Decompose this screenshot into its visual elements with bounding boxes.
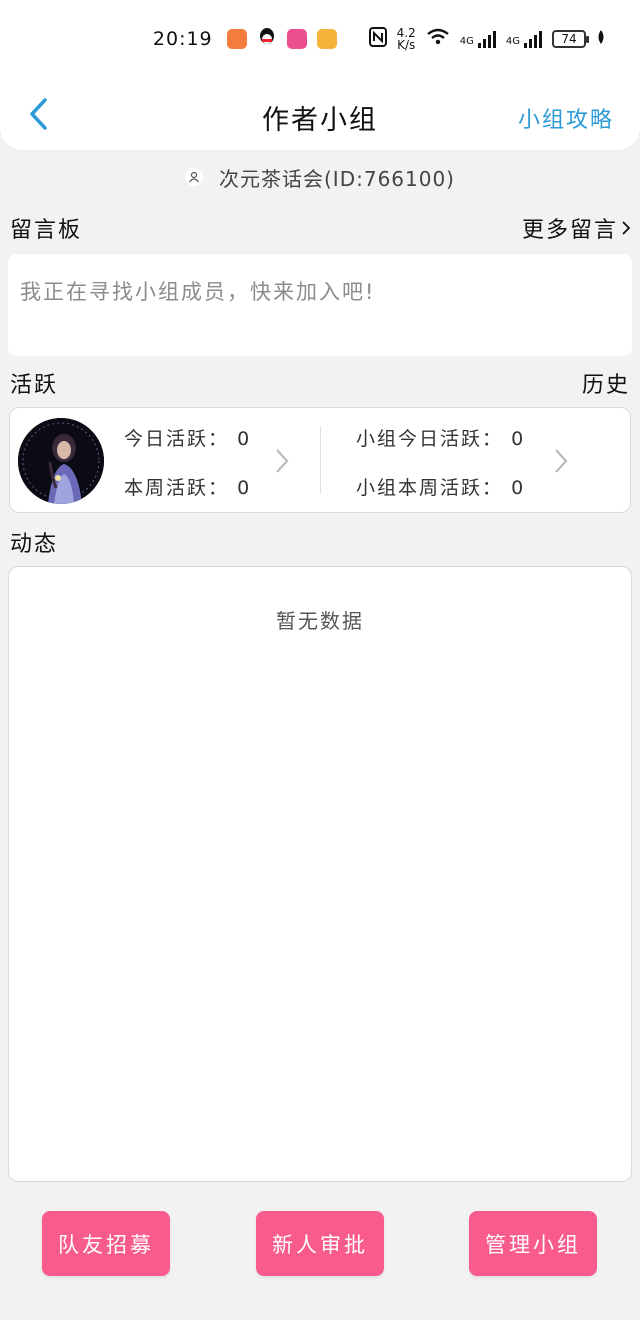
feed-title: 动态 bbox=[10, 532, 59, 557]
week-activity-label: 本周活跃： bbox=[124, 477, 230, 499]
app-notification-icon bbox=[226, 29, 247, 49]
message-board-title: 留言板 bbox=[10, 218, 83, 243]
group-activity-chevron-icon[interactable] bbox=[551, 447, 571, 475]
group-week-activity: 小组本周活跃： 0 bbox=[356, 473, 525, 500]
net-speed-unit: K/s bbox=[397, 38, 416, 52]
group-week-activity-label: 小组本周活跃： bbox=[356, 477, 504, 499]
message-board-header: 留言板 更多留言 bbox=[10, 212, 630, 244]
approve-newcomers-button[interactable]: 新人审批 bbox=[256, 1211, 384, 1276]
activity-header: 活跃 历史 bbox=[10, 367, 630, 399]
personal-activity-chevron-icon[interactable] bbox=[272, 447, 292, 475]
group-name-id: 次元茶话会(ID:766100) bbox=[219, 166, 455, 191]
signal-icon-1: 4G bbox=[460, 30, 496, 48]
avatar-image bbox=[18, 418, 104, 504]
group-info: 次元茶话会(ID:766100) bbox=[0, 162, 640, 192]
week-activity: 本周活跃： 0 bbox=[124, 473, 251, 500]
message-board-text: 我正在寻找小组成员，快来加入吧! bbox=[20, 280, 376, 304]
battery-icon: 74 bbox=[552, 30, 589, 48]
leaf-icon bbox=[596, 29, 606, 49]
history-link[interactable]: 历史 bbox=[582, 367, 630, 399]
chevron-right-icon bbox=[622, 221, 630, 235]
status-time: 20:19 bbox=[152, 28, 213, 50]
week-activity-value: 0 bbox=[237, 477, 252, 499]
group-today-activity-value: 0 bbox=[511, 428, 526, 450]
header-card: 20:19 4.2 K/s 4G 4G 74 作者小组 小组攻略 bbox=[0, 0, 640, 150]
today-activity-value: 0 bbox=[237, 428, 252, 450]
qq-icon bbox=[257, 26, 277, 52]
group-week-activity-value: 0 bbox=[511, 477, 526, 499]
net-speed: 4.2 K/s bbox=[397, 27, 416, 51]
activity-title: 活跃 bbox=[10, 373, 59, 398]
manage-group-button[interactable]: 管理小组 bbox=[469, 1211, 597, 1276]
divider bbox=[320, 426, 321, 494]
recruit-teammates-button[interactable]: 队友招募 bbox=[42, 1211, 170, 1276]
group-icon bbox=[185, 168, 203, 186]
app-header: 作者小组 小组攻略 bbox=[0, 88, 640, 144]
status-bar: 20:19 4.2 K/s 4G 4G 74 bbox=[0, 22, 640, 56]
today-activity-label: 今日活跃： bbox=[124, 428, 230, 450]
group-guide-link[interactable]: 小组攻略 bbox=[518, 102, 614, 134]
avatar[interactable] bbox=[18, 418, 104, 504]
music-app-icon bbox=[286, 29, 307, 49]
wifi-icon bbox=[426, 28, 450, 50]
message-app-icon bbox=[316, 29, 337, 49]
today-activity: 今日活跃： 0 bbox=[124, 424, 251, 451]
network-type-1: 4G bbox=[459, 36, 474, 47]
nfc-icon bbox=[368, 27, 387, 51]
group-today-activity-label: 小组今日活跃： bbox=[356, 428, 504, 450]
activity-card: 今日活跃： 0 本周活跃： 0 小组今日活跃： 0 小组本周活跃： 0 bbox=[9, 407, 631, 513]
network-type-2: 4G bbox=[505, 36, 520, 47]
battery-level: 74 bbox=[561, 32, 577, 46]
group-today-activity: 小组今日活跃： 0 bbox=[356, 424, 525, 451]
feed-header: 动态 bbox=[10, 526, 630, 558]
feed-card: 暂无数据 bbox=[8, 566, 632, 1182]
more-messages-label: 更多留言 bbox=[521, 218, 618, 243]
message-board-card[interactable]: 我正在寻找小组成员，快来加入吧! bbox=[8, 254, 632, 356]
more-messages-link[interactable]: 更多留言 bbox=[522, 212, 630, 244]
signal-icon-2: 4G bbox=[506, 30, 542, 48]
empty-state-text: 暂无数据 bbox=[276, 609, 364, 633]
